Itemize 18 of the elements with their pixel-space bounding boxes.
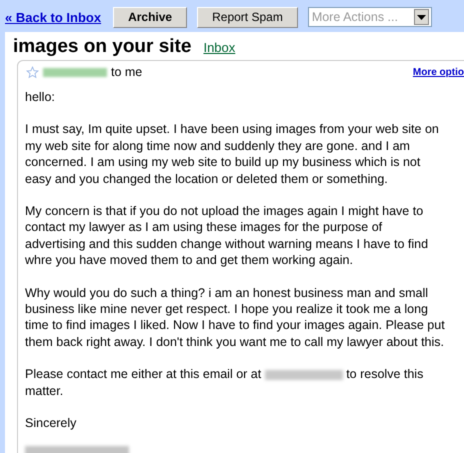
more-options-link[interactable]: More optio: [412, 66, 464, 78]
closing-text: Sincerely: [25, 415, 78, 432]
message-text: to resolve this: [346, 367, 424, 382]
recipient-text: to me: [111, 65, 142, 79]
caret-icon: [414, 9, 429, 25]
back-to-inbox-link[interactable]: « Back to Inbox: [5, 10, 102, 24]
archive-button[interactable]: Archive: [113, 6, 188, 28]
message-paragraph: I must say, Im quite upset. I have been using images from your web site on my web site for along time now and suddenly they are gone. and I am concerned. I am using my web site to build up my business which is not easy and you changed the location or deleted them or something.: [25, 121, 440, 188]
inbox-label-link[interactable]: Inbox: [203, 40, 236, 55]
report-spam-button[interactable]: Report Spam: [197, 6, 298, 28]
message-text: Please contact me either at this email or at: [25, 367, 262, 382]
message-paragraph: My concern is that if you do not upload the images again I might have to contact my lawyer as I am using these images for the purpose of advertising and this sudden change without warning means I have to find whre you have moved them to and get them working again.: [25, 203, 430, 269]
redacted-sender-name: [43, 68, 107, 76]
star-icon[interactable]: [26, 66, 39, 78]
greeting-text: hello:: [25, 89, 56, 106]
message-paragraph: Why would you do such a thing? i am an honest business man and small business like mine never get respect. I hope you realize it took me a long time to find images I liked. Now I have to find your images again. Please put them back right away. I don't think you want me to call my lawyer about this.: [25, 284, 445, 350]
email-subject: images on your site: [13, 36, 192, 58]
message-text: matter.: [25, 384, 64, 398]
